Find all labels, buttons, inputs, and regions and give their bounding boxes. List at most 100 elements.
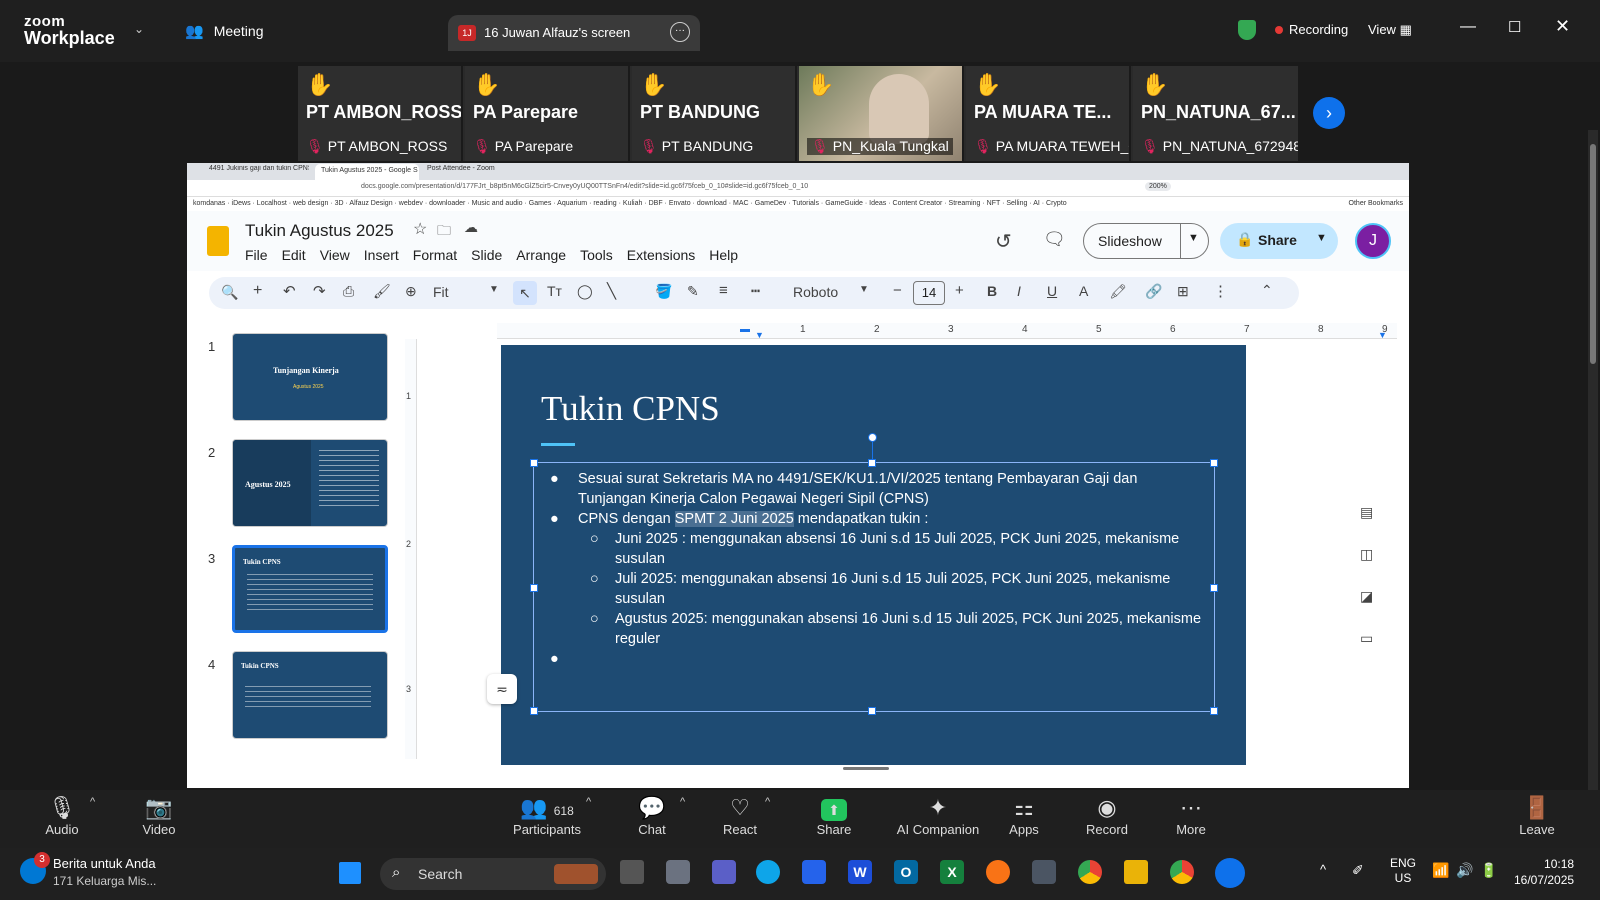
- edge-icon[interactable]: [756, 860, 780, 884]
- teams-icon[interactable]: [712, 860, 736, 884]
- participants-button[interactable]: 👥 618 Participants: [497, 790, 597, 837]
- record-button[interactable]: ◉ Record: [1067, 790, 1147, 837]
- highlight-icon[interactable]: 🖍: [1109, 283, 1127, 300]
- resize-handle[interactable]: [868, 459, 876, 467]
- bookmark-list[interactable]: komdanas · iDews · Localhost · web desig…: [193, 200, 1067, 207]
- slide-canvas[interactable]: Tukin CPNS ● Sesuai surat Sekretaris MA …: [501, 345, 1246, 765]
- avatar[interactable]: J: [1355, 223, 1391, 259]
- minimize-icon[interactable]: —: [1460, 18, 1476, 36]
- more-vert-icon[interactable]: ⋮: [1213, 282, 1228, 300]
- resize-handle[interactable]: [868, 707, 876, 715]
- chrome-icon[interactable]: [1078, 860, 1102, 884]
- bullet-text-2[interactable]: CPNS dengan SPMT 2 Juni 2025 mendapatkan…: [578, 509, 1206, 529]
- menu-insert[interactable]: Insert: [364, 247, 399, 263]
- font-select[interactable]: Roboto: [793, 284, 838, 300]
- clock[interactable]: 10:18 16/07/2025: [1514, 856, 1574, 888]
- task-view-icon[interactable]: [620, 860, 644, 884]
- volume-icon[interactable]: 🔊: [1456, 862, 1473, 879]
- print-icon[interactable]: ⎙: [343, 283, 354, 300]
- news-title[interactable]: Berita untuk Anda: [53, 856, 156, 871]
- browser-tab[interactable]: 4491 Jukinis gaji dan tukin CPNS bu: [209, 165, 309, 178]
- browser-tab-active[interactable]: Tukin Agustus 2025 - Google S: [315, 164, 419, 180]
- contacts-icon[interactable]: ◪: [1360, 588, 1373, 605]
- slide-thumbnail-selected[interactable]: Tukin CPNS: [232, 545, 388, 633]
- menu-extensions[interactable]: Extensions: [627, 247, 695, 263]
- shape-icon[interactable]: ◯: [577, 283, 593, 300]
- selected-text[interactable]: SPMT 2 Juni 2025: [674, 511, 794, 527]
- slides-logo-icon[interactable]: [207, 226, 229, 256]
- language-indicator[interactable]: ENG US: [1390, 856, 1416, 886]
- font-size-input[interactable]: 14: [913, 281, 945, 305]
- windows-start-icon[interactable]: [339, 862, 361, 884]
- paint-format-icon[interactable]: 🖌: [373, 283, 391, 300]
- menu-arrange[interactable]: Arrange: [516, 247, 566, 263]
- zoom-app-icon[interactable]: [1215, 858, 1245, 888]
- speaker-notes-icon[interactable]: ▤: [1360, 504, 1373, 521]
- chevron-down-icon[interactable]: ▼: [1316, 232, 1327, 244]
- chevron-up-icon[interactable]: ^: [586, 796, 591, 808]
- recording-indicator[interactable]: Recording: [1275, 22, 1348, 37]
- wifi-icon[interactable]: 📶: [1432, 862, 1449, 879]
- italic-icon[interactable]: I: [1017, 283, 1021, 299]
- border-dash-icon[interactable]: ┅: [751, 282, 760, 300]
- scrollbar[interactable]: [1588, 130, 1598, 850]
- taskbar-search[interactable]: ⌕ Search: [380, 858, 606, 890]
- scrollbar-thumb[interactable]: [1590, 144, 1596, 364]
- notes-drag-handle[interactable]: [843, 767, 889, 770]
- resize-handle[interactable]: [1210, 459, 1218, 467]
- menu-help[interactable]: Help: [709, 247, 738, 263]
- url-text[interactable]: docs.google.com/presentation/d/177FJrt_b…: [361, 183, 808, 190]
- border-color-icon[interactable]: ✎: [687, 283, 699, 300]
- resize-handle[interactable]: [530, 459, 538, 467]
- chevron-up-icon[interactable]: ⌃: [1261, 282, 1273, 299]
- menu-view[interactable]: View: [320, 247, 350, 263]
- right-indent-icon[interactable]: ▼: [1378, 330, 1387, 340]
- chevron-up-icon[interactable]: ^: [680, 796, 685, 808]
- resize-handle[interactable]: [1210, 707, 1218, 715]
- slide-thumbnail[interactable]: Tunjangan Kinerja Agustus 2025: [232, 333, 388, 421]
- bold-icon[interactable]: B: [987, 283, 997, 299]
- zoom-icon[interactable]: ⊕: [405, 283, 417, 300]
- news-subtitle[interactable]: 171 Keluarga Mis...: [53, 874, 156, 888]
- participant-tile[interactable]: ✋ PT AMBON_ROSS 🎙 PT AMBON_ROSS: [298, 66, 463, 161]
- store-icon[interactable]: [802, 860, 826, 884]
- body-textbox[interactable]: ● Sesuai surat Sekretaris MA no 4491/SEK…: [530, 459, 1218, 715]
- keep-icon[interactable]: ◫: [1360, 546, 1373, 563]
- sub-bullet-text-3[interactable]: Agustus 2025: menggunakan absensi 16 Jun…: [615, 609, 1205, 649]
- line-icon[interactable]: ╲: [607, 282, 616, 300]
- firefox-icon[interactable]: [986, 860, 1010, 884]
- browser-zoom-level[interactable]: 200%: [1145, 182, 1171, 191]
- slide-thumbnail[interactable]: Tukin CPNS: [232, 651, 388, 739]
- menu-tools[interactable]: Tools: [580, 247, 613, 263]
- hide-toolbar-icon[interactable]: ≂: [487, 674, 517, 704]
- shared-screen-tab[interactable]: 1J 16 Juwan Alfauz's screen ···: [448, 15, 700, 51]
- resize-handle[interactable]: [530, 707, 538, 715]
- more-button[interactable]: ⋯ More: [1151, 790, 1231, 837]
- link-icon[interactable]: 🔗: [1145, 283, 1162, 300]
- menu-format[interactable]: Format: [413, 247, 457, 263]
- history-icon[interactable]: ↺: [995, 229, 1012, 254]
- sub-bullet-text-2[interactable]: Juli 2025: menggunakan absensi 16 Juni s…: [615, 569, 1195, 609]
- slide-thumbnail[interactable]: Agustus 2025: [232, 439, 388, 527]
- text-box-icon[interactable]: Tт: [547, 283, 562, 299]
- participant-tile[interactable]: ✋ PT BANDUNG 🎙 PT BANDUNG: [632, 66, 797, 161]
- participant-tile[interactable]: ✋ PA Parepare 🎙 PA Parepare: [465, 66, 630, 161]
- outlook-icon[interactable]: O: [894, 860, 918, 884]
- slideshow-button[interactable]: Slideshow ▼: [1083, 223, 1209, 259]
- rotate-handle[interactable]: [868, 433, 877, 442]
- participant-tile[interactable]: ✋ PA MUARA TE... 🎙PA MUARA TEWEH_Op...: [966, 66, 1131, 161]
- zoom-select[interactable]: Fit: [433, 284, 449, 300]
- chevron-down-icon[interactable]: ▼: [489, 284, 499, 295]
- next-page-icon[interactable]: ›: [1313, 97, 1345, 129]
- new-slide-icon[interactable]: +: [253, 282, 262, 300]
- participant-tile[interactable]: ✋ PN_NATUNA_67... 🎙 PN_NATUNA_672948: [1133, 66, 1298, 161]
- comments-icon[interactable]: 🗨: [1043, 229, 1066, 250]
- indent-arrow-icon[interactable]: ▼: [755, 330, 764, 340]
- maximize-icon[interactable]: ☐: [1508, 18, 1521, 36]
- other-bookmarks[interactable]: Other Bookmarks: [1349, 197, 1403, 211]
- browser-tab[interactable]: Post Attendee - Zoom: [427, 165, 517, 178]
- sub-bullet-text-1[interactable]: Juni 2025 : menggunakan absensi 16 Juni …: [615, 529, 1195, 569]
- resize-handle[interactable]: [1210, 584, 1218, 592]
- text-color-icon[interactable]: A: [1079, 283, 1088, 299]
- view-button[interactable]: View ▦: [1368, 22, 1412, 38]
